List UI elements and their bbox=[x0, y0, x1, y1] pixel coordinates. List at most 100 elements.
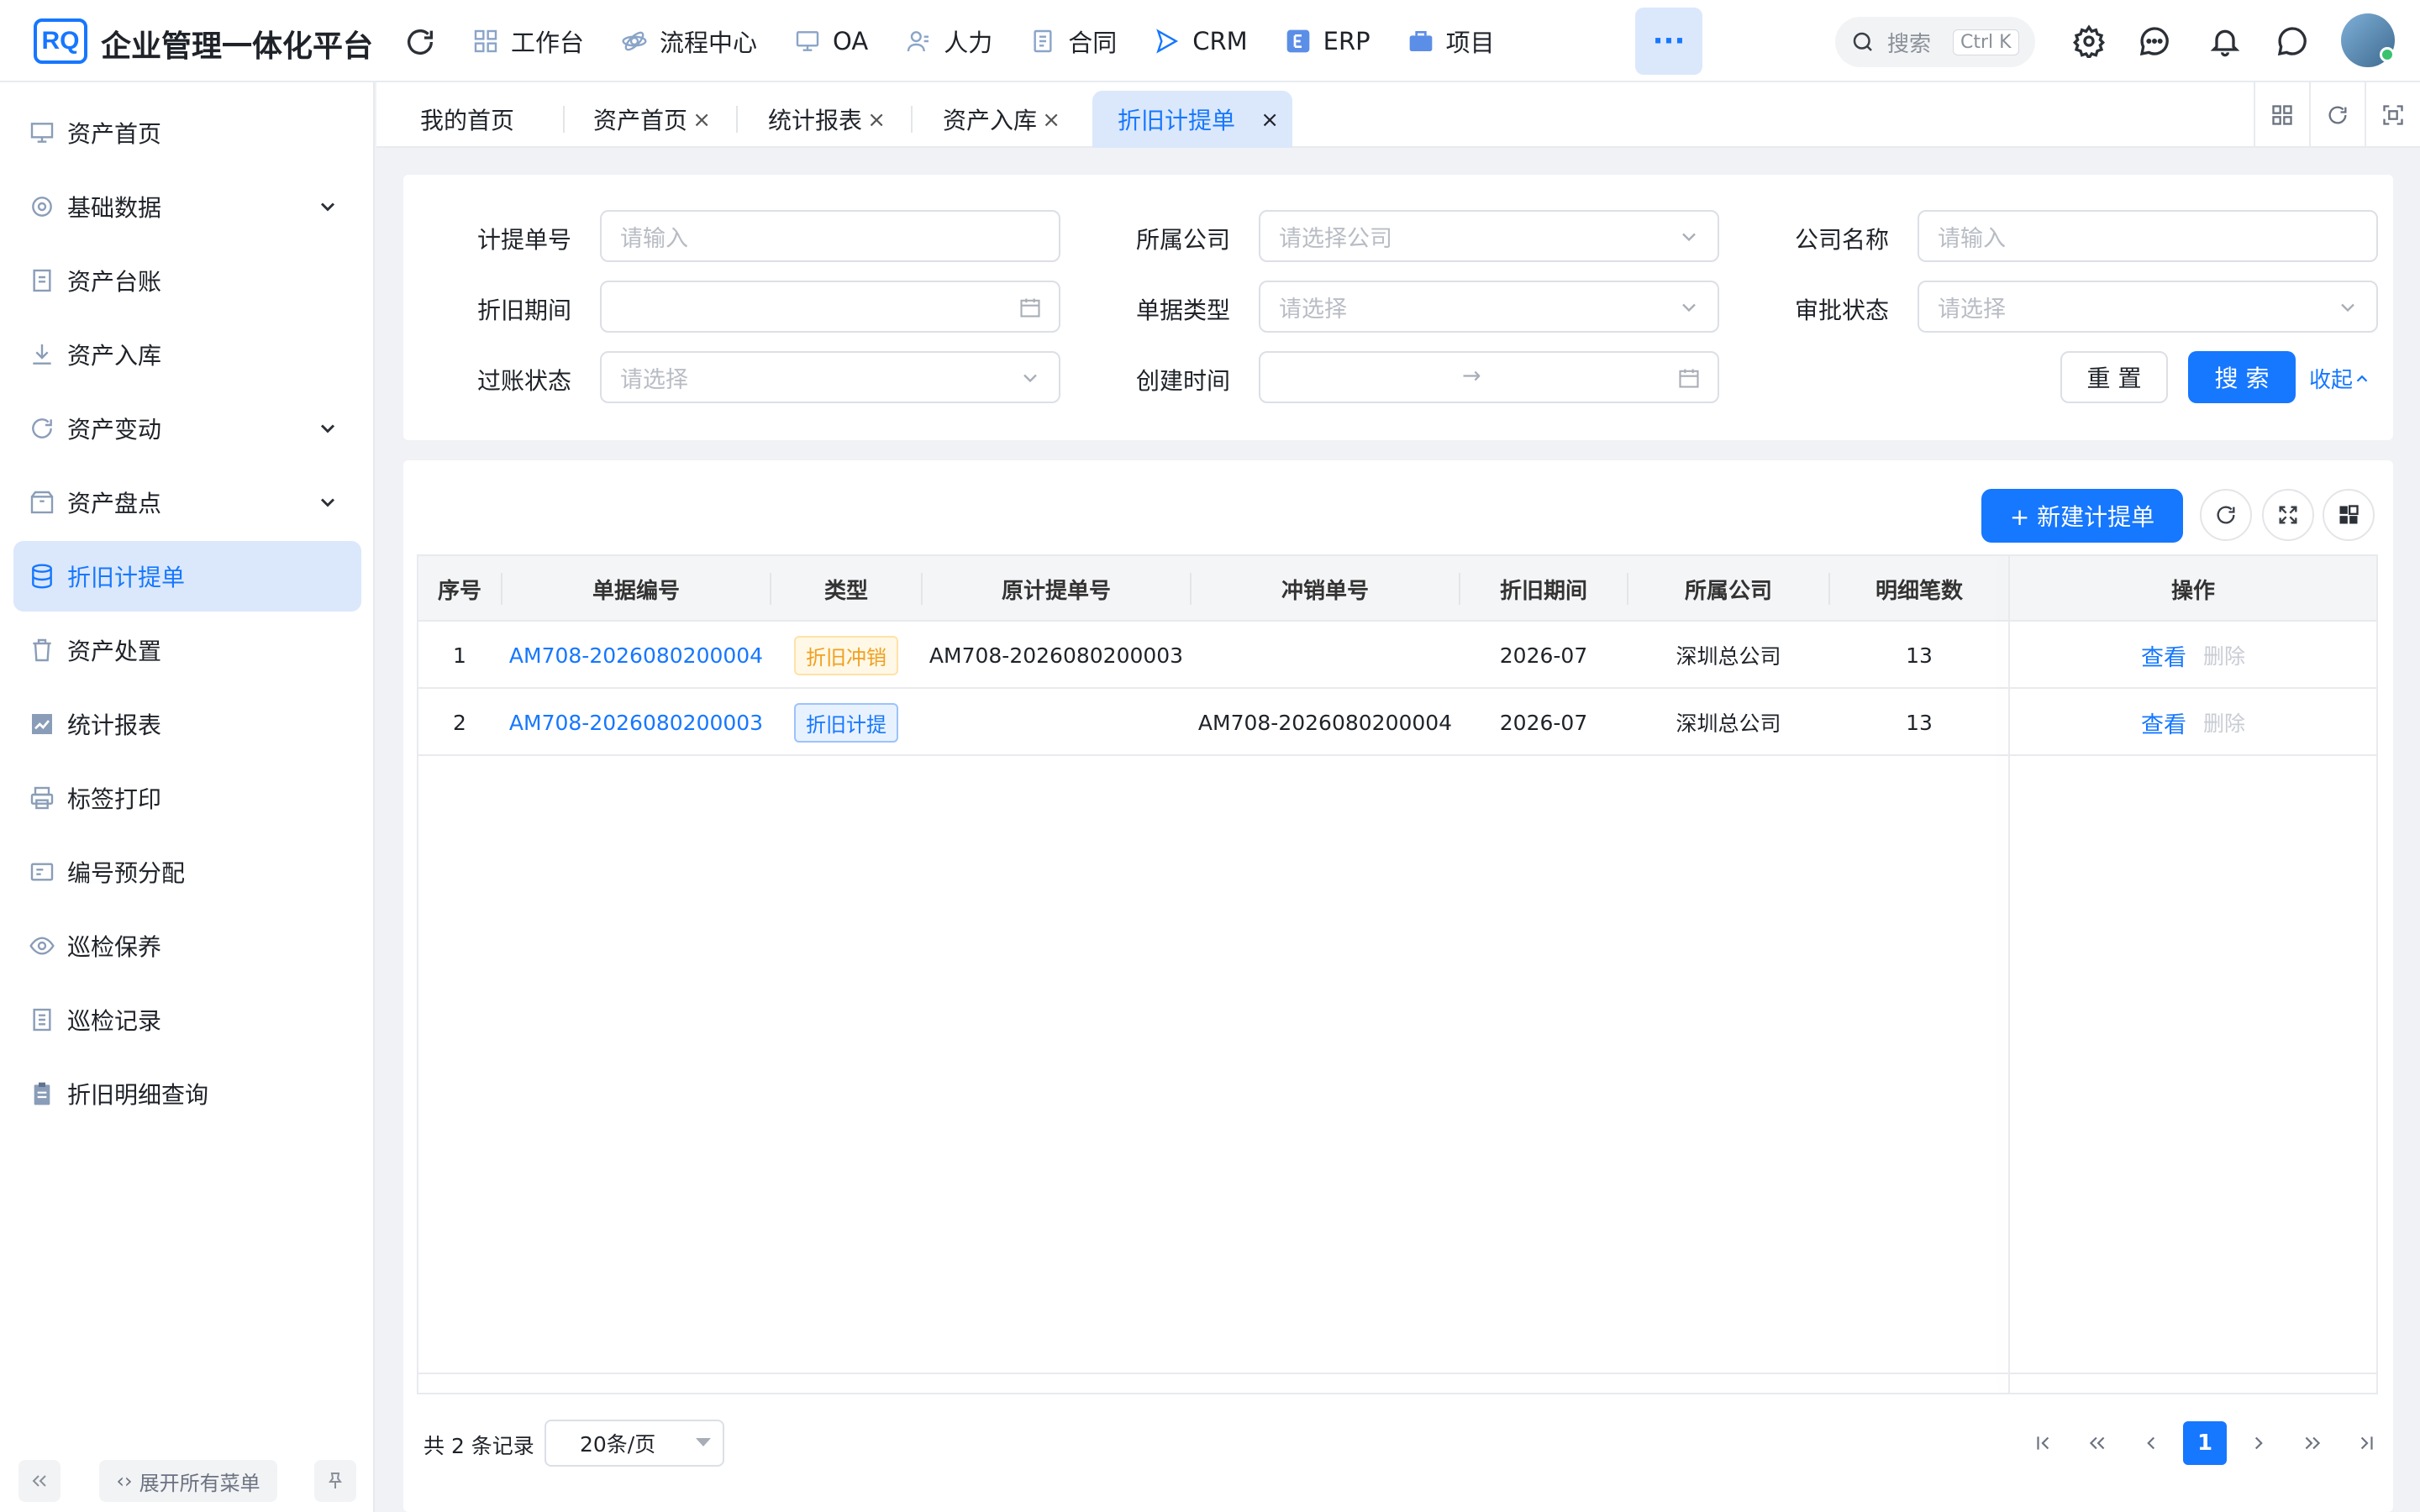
nav-item-crm[interactable]: CRM bbox=[1135, 8, 1265, 74]
trash-icon bbox=[33, 638, 51, 662]
close-icon[interactable]: × bbox=[867, 108, 886, 133]
tab-label: 我的首页 bbox=[420, 107, 515, 134]
tab-depreciation[interactable]: 折旧计提单 × bbox=[1092, 91, 1292, 148]
message-icon[interactable] bbox=[2138, 24, 2171, 58]
posting-status-select[interactable]: 请选择 bbox=[600, 351, 1060, 403]
sidebar-item-ledger[interactable]: 资产台账 bbox=[13, 245, 361, 316]
sidebar-item-label: 折旧明细查询 bbox=[67, 1081, 209, 1109]
sidebar-item-report[interactable]: 统计报表 bbox=[13, 689, 361, 759]
collapse-filters-button[interactable]: 收起 bbox=[2309, 363, 2371, 394]
expand-icon bbox=[2279, 506, 2297, 524]
chart-icon bbox=[32, 714, 52, 734]
nav-item-flow[interactable]: 流程中心 bbox=[602, 8, 776, 74]
doc-type-select[interactable]: 请选择 bbox=[1259, 281, 1719, 333]
nav-item-erp[interactable]: ERP bbox=[1266, 8, 1389, 74]
grid-icon bbox=[2272, 105, 2292, 125]
view-link[interactable]: 查看 bbox=[2141, 639, 2186, 672]
page-size-select[interactable]: 20条/页 bbox=[544, 1420, 724, 1467]
close-icon[interactable]: × bbox=[1260, 108, 1279, 133]
refresh-icon bbox=[2328, 106, 2347, 124]
period-picker[interactable] bbox=[600, 281, 1060, 333]
table-refresh-button[interactable] bbox=[2200, 489, 2252, 541]
first-page-button[interactable] bbox=[2022, 1421, 2065, 1465]
sidebar-item-disposal[interactable]: 资产处置 bbox=[13, 615, 361, 685]
nav-item-contract[interactable]: 合同 bbox=[1011, 8, 1135, 74]
doc-no-link[interactable]: AM708-2026080200003 bbox=[502, 689, 770, 756]
tab-stat-report[interactable]: 统计报表 × bbox=[724, 91, 899, 148]
gear-icon[interactable] bbox=[2072, 24, 2106, 58]
cell-count: 13 bbox=[1906, 710, 1933, 735]
nav-item-hr[interactable]: 人力 bbox=[886, 8, 1011, 74]
tab-asset-inbound[interactable]: 资产入库 × bbox=[899, 91, 1074, 148]
prev-page-button[interactable] bbox=[2129, 1421, 2173, 1465]
tab-layout-button[interactable] bbox=[2254, 82, 2309, 148]
fullscreen-icon bbox=[2383, 105, 2403, 125]
close-icon[interactable]: × bbox=[1042, 108, 1060, 133]
download-icon bbox=[33, 344, 51, 365]
sidebar-item-label-print[interactable]: 标签打印 bbox=[13, 763, 361, 833]
company-select[interactable]: 请选择公司 bbox=[1259, 210, 1719, 262]
column-header: 原计提单号 bbox=[1001, 578, 1111, 604]
sidebar-item-inspection-log[interactable]: 巡检记录 bbox=[13, 984, 361, 1055]
doc-no-input[interactable]: 请输入 bbox=[600, 210, 1060, 262]
refresh-icon[interactable] bbox=[403, 25, 437, 59]
search-button[interactable]: 搜 索 bbox=[2188, 351, 2296, 403]
last-page-button[interactable] bbox=[2344, 1421, 2388, 1465]
tab-my-home[interactable]: 我的首页 bbox=[376, 91, 553, 148]
nav-item-workbench[interactable]: 工作台 bbox=[454, 8, 602, 74]
next-group-button[interactable] bbox=[2291, 1421, 2334, 1465]
tab-fullscreen-button[interactable] bbox=[2365, 82, 2420, 148]
tab-refresh-button[interactable] bbox=[2309, 82, 2365, 148]
company-name-input[interactable]: 请输入 bbox=[1918, 210, 2378, 262]
reset-button[interactable]: 重 置 bbox=[2060, 351, 2168, 403]
expand-all-menus-button[interactable]: ‹› 展开所有菜单 bbox=[99, 1460, 277, 1502]
next-page-button[interactable] bbox=[2237, 1421, 2281, 1465]
page-number-current[interactable]: 1 bbox=[2183, 1421, 2227, 1465]
sidebar-item-change[interactable]: 资产变动 bbox=[13, 393, 361, 464]
sidebar-item-depreciation[interactable]: 折旧计提单 bbox=[13, 541, 361, 612]
filter-label: 单据类型 bbox=[1135, 297, 1230, 324]
double-chevron-left-icon bbox=[32, 1475, 46, 1487]
filter-label: 折旧期间 bbox=[476, 297, 571, 324]
more-menu-button[interactable]: ··· bbox=[1635, 8, 1702, 75]
sidebar-item-asset-home[interactable]: 资产首页 bbox=[13, 97, 361, 168]
cell-orig-no: AM708-2026080200003 bbox=[929, 643, 1184, 668]
chevron-down-icon bbox=[1682, 303, 1696, 312]
first-page-icon bbox=[2037, 1436, 2049, 1450]
sidebar-item-inventory[interactable]: 资产盘点 bbox=[13, 467, 361, 538]
bell-icon[interactable] bbox=[2208, 24, 2242, 58]
nav-item-oa[interactable]: OA bbox=[776, 8, 886, 74]
table-fullscreen-button[interactable] bbox=[2262, 489, 2314, 541]
sidebar-item-depreciation-detail[interactable]: 折旧明细查询 bbox=[13, 1058, 361, 1129]
sidebar-item-base-data[interactable]: 基础数据 bbox=[13, 171, 361, 242]
approval-status-select[interactable]: 请选择 bbox=[1918, 281, 2378, 333]
global-search[interactable]: 搜索 Ctrl K bbox=[1835, 17, 2035, 67]
column-header: 冲销单号 bbox=[1281, 578, 1369, 604]
doc-no-link[interactable]: AM708-2026080200004 bbox=[502, 622, 770, 689]
grid-icon bbox=[474, 29, 497, 53]
pin-sidebar-button[interactable] bbox=[314, 1460, 356, 1502]
horizontal-scrollbar[interactable] bbox=[417, 1373, 2378, 1391]
nav-label: ERP bbox=[1323, 27, 1370, 55]
tab-asset-home[interactable]: 资产首页 × bbox=[550, 91, 724, 148]
cell-period: 2026-07 bbox=[1499, 643, 1588, 668]
nav-item-project[interactable]: 项目 bbox=[1389, 8, 1513, 74]
view-link[interactable]: 查看 bbox=[2141, 706, 2186, 739]
fold-label: 收起 bbox=[2309, 368, 2354, 393]
sidebar-item-number-prealloc[interactable]: 编号预分配 bbox=[13, 837, 361, 907]
top-bar: RQ 企业管理一体化平台 工作台 流程中心 OA 人力 合同 CRM ERP 项… bbox=[0, 0, 2420, 82]
chat-icon[interactable] bbox=[2275, 24, 2309, 58]
expand-all-label: 展开所有菜单 bbox=[139, 1471, 260, 1495]
database-icon bbox=[32, 564, 52, 589]
column-settings-button[interactable] bbox=[2323, 489, 2375, 541]
created-time-range[interactable]: → bbox=[1259, 351, 1719, 403]
monitor-icon bbox=[796, 31, 819, 51]
sidebar-item-maintenance[interactable]: 巡检保养 bbox=[13, 911, 361, 981]
nav-label: 合同 bbox=[1068, 29, 1118, 57]
prev-group-button[interactable] bbox=[2075, 1421, 2119, 1465]
collapse-sidebar-button[interactable] bbox=[18, 1460, 60, 1502]
sidebar-item-label: 资产首页 bbox=[67, 120, 162, 148]
close-icon[interactable]: × bbox=[692, 108, 711, 133]
new-depreciation-button[interactable]: + 新建计提单 bbox=[1981, 489, 2183, 543]
sidebar-item-inbound[interactable]: 资产入库 bbox=[13, 319, 361, 390]
